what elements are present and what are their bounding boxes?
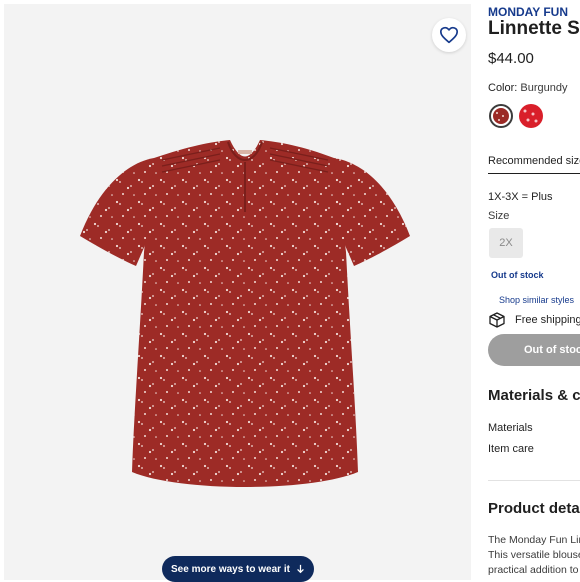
shipping-info: Free shipping (488, 312, 580, 328)
product-gallery: See more ways to wear it (4, 4, 471, 582)
materials-row[interactable]: Materials (488, 422, 533, 434)
size-range-note: 1X-3X = Plus (488, 191, 553, 203)
swatch-red[interactable] (519, 104, 543, 128)
item-care-row[interactable]: Item care (488, 443, 534, 455)
swatch-burgundy-fill (493, 108, 509, 124)
recommended-size-link[interactable]: Recommended size (488, 155, 580, 167)
see-more-ways-button[interactable]: See more ways to wear it (162, 556, 314, 582)
size-label: Size (488, 210, 510, 222)
recommended-size-underline (488, 173, 580, 174)
product-details-panel: MONDAY FUN Linnette Sp $44.00 Color: Bur… (488, 0, 580, 580)
stock-status: Out of stock (491, 270, 544, 280)
swatch-burgundy[interactable] (489, 104, 513, 128)
color-value: Burgundy (520, 82, 568, 94)
section-divider (488, 480, 580, 481)
down-arrow-icon (297, 564, 304, 574)
description-line-2: This versatile blouse (488, 549, 580, 561)
product-details-heading[interactable]: Product detai (488, 500, 580, 517)
product-image[interactable] (70, 132, 420, 502)
description-line-1: The Monday Fun Lin (488, 534, 580, 546)
shipping-text: Free shipping (515, 314, 580, 326)
product-price: $44.00 (488, 50, 534, 67)
size-option-2x[interactable]: 2X (489, 228, 523, 258)
out-of-stock-button[interactable]: Out of stock (488, 334, 580, 366)
color-label-text: Color: (488, 82, 518, 94)
box-icon (489, 312, 505, 328)
description-line-3: practical addition to (488, 564, 579, 576)
color-label: Color: Burgundy (488, 82, 568, 94)
product-name: Linnette Sp (488, 18, 580, 39)
heart-icon (440, 26, 458, 44)
favorite-button[interactable] (432, 18, 466, 52)
wear-button-label: See more ways to wear it (171, 563, 290, 575)
materials-care-heading[interactable]: Materials & ca (488, 387, 580, 404)
shop-similar-link[interactable]: Shop similar styles (499, 295, 574, 305)
brand-link[interactable]: MONDAY FUN (488, 5, 568, 19)
swatch-red-print (523, 109, 538, 123)
swatch-print (496, 112, 504, 121)
